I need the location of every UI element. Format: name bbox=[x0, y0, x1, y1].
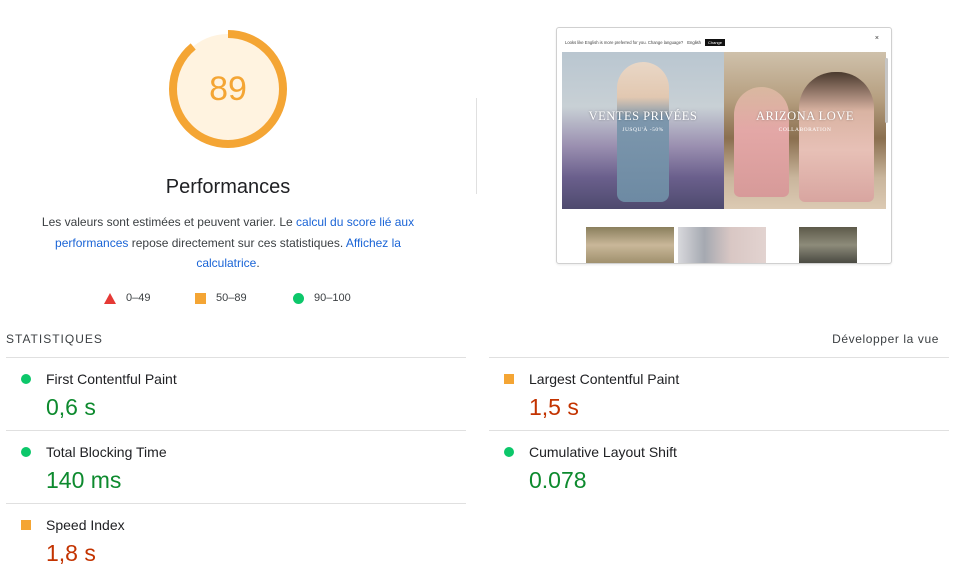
metric-total-blocking-time: Total Blocking Time 140 ms bbox=[6, 430, 466, 503]
metric-first-contentful-paint: First Contentful Paint 0,6 s bbox=[6, 357, 466, 430]
preview-scrollbar bbox=[885, 58, 888, 123]
language-banner: Looks like English is more preferred for… bbox=[565, 37, 875, 47]
legend-fail: 0–49 bbox=[104, 292, 150, 304]
child-figure bbox=[734, 87, 789, 197]
metric-value: 0.078 bbox=[529, 467, 587, 493]
red-triangle-icon bbox=[104, 292, 116, 304]
hero-left-subtitle: JUSQU'À -50% bbox=[622, 127, 664, 133]
average-square-icon bbox=[504, 374, 514, 384]
change-language-button: Change bbox=[704, 38, 725, 46]
performance-score: 89 bbox=[209, 70, 247, 108]
description-text-3: . bbox=[256, 256, 260, 270]
metric-cumulative-layout-shift: Cumulative Layout Shift 0.078 bbox=[489, 430, 949, 503]
metric-speed-index: Speed Index 1,8 s bbox=[6, 503, 466, 576]
hero-left-title: VENTES PRIVÉES bbox=[588, 109, 698, 123]
metric-largest-contentful-paint: Largest Contentful Paint 1,5 s bbox=[489, 357, 949, 430]
expand-view-toggle[interactable]: Développer la vue bbox=[832, 332, 939, 346]
metric-value: 1,5 s bbox=[529, 394, 579, 420]
hero-image-private-sales: VENTES PRIVÉES JUSQU'À -50% bbox=[562, 52, 724, 209]
metric-value: 140 ms bbox=[46, 467, 122, 493]
legend-fail-label: 0–49 bbox=[126, 292, 151, 304]
pass-circle-icon bbox=[21, 447, 31, 457]
metric-label: First Contentful Paint bbox=[46, 371, 177, 387]
metric-label: Total Blocking Time bbox=[46, 444, 167, 460]
page-screenshot-preview[interactable]: Looks like English is more preferred for… bbox=[556, 27, 892, 264]
vertical-divider bbox=[476, 98, 477, 194]
orange-square-icon bbox=[195, 292, 206, 304]
pass-circle-icon bbox=[504, 447, 514, 457]
metric-label: Cumulative Layout Shift bbox=[529, 444, 677, 460]
legend-pass: 90–100 bbox=[293, 292, 351, 304]
hero-right-title: ARIZONA LOVE bbox=[755, 109, 854, 123]
green-circle-icon bbox=[293, 292, 304, 304]
score-description: Les valeurs sont estimées et peuvent var… bbox=[33, 212, 423, 274]
language-select: English bbox=[687, 39, 701, 45]
metric-value: 1,8 s bbox=[46, 540, 96, 566]
metric-label: Speed Index bbox=[46, 517, 125, 533]
hero-image-collaboration: ARIZONA LOVE COLLABORATION bbox=[724, 52, 886, 209]
pass-circle-icon bbox=[21, 374, 31, 384]
legend-average-label: 50–89 bbox=[216, 292, 247, 304]
product-thumbnail bbox=[799, 227, 857, 263]
legend-average: 50–89 bbox=[195, 292, 247, 304]
product-thumbnail bbox=[586, 227, 674, 263]
average-square-icon bbox=[21, 520, 31, 530]
metric-value: 0,6 s bbox=[46, 394, 96, 420]
product-thumbnail bbox=[678, 227, 766, 263]
hero-right-subtitle: COLLABORATION bbox=[778, 127, 832, 133]
legend-pass-label: 90–100 bbox=[314, 292, 351, 304]
woman-figure bbox=[799, 72, 874, 202]
score-legend: 0–49 50–89 90–100 bbox=[0, 292, 460, 310]
performance-gauge: 89 bbox=[167, 28, 289, 150]
statistics-heading: STATISTIQUES bbox=[6, 332, 103, 346]
description-text-1: Les valeurs sont estimées et peuvent var… bbox=[41, 215, 297, 229]
language-banner-text: Looks like English is more preferred for… bbox=[565, 39, 684, 45]
description-text-2: repose directement sur ces statistiques. bbox=[128, 235, 346, 250]
gauge-title: Performances bbox=[165, 176, 291, 198]
metric-label: Largest Contentful Paint bbox=[529, 371, 680, 387]
close-icon: × bbox=[874, 35, 879, 42]
